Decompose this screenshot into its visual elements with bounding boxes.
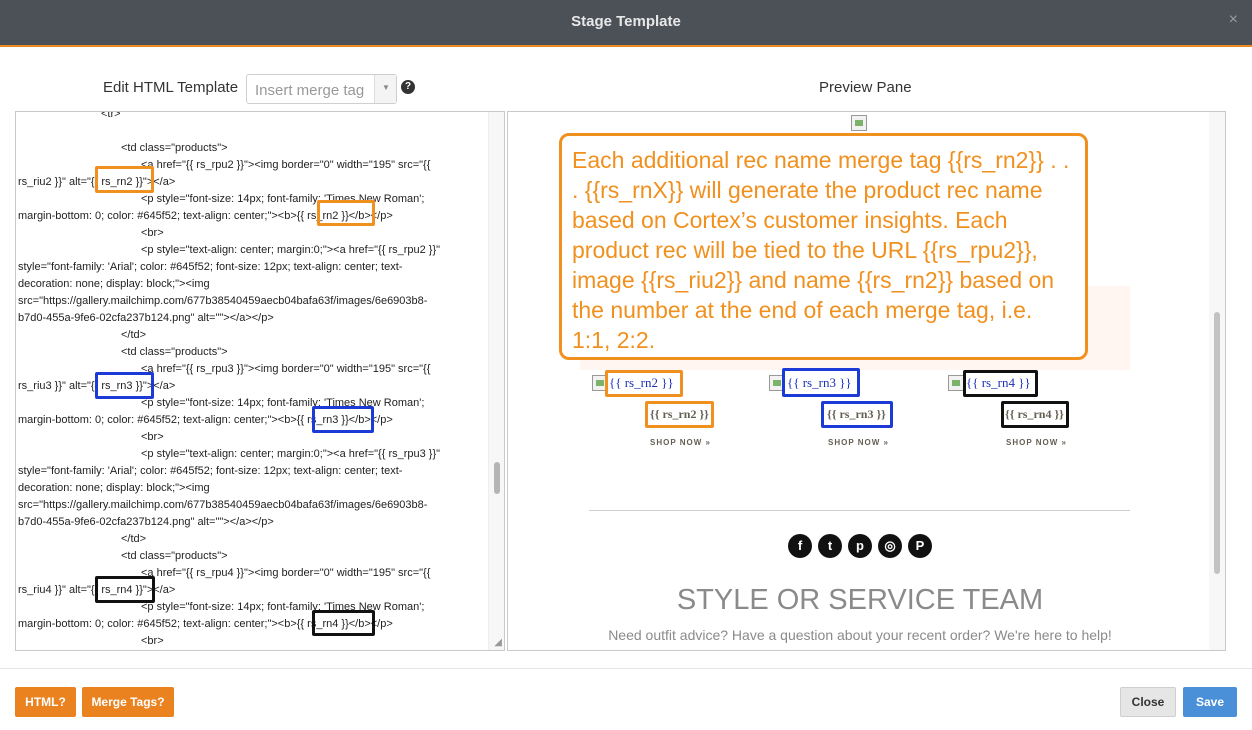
edit-html-label: Edit HTML Template — [103, 79, 239, 96]
code-line: <br> — [141, 227, 164, 239]
code-line: <tr> — [101, 111, 121, 120]
save-button[interactable]: Save — [1183, 687, 1237, 717]
code-line: </td> — [121, 329, 147, 341]
modal-title-bar: Stage Template × — [0, 0, 1252, 47]
dropdown-arrow[interactable]: ▼ — [374, 75, 396, 103]
code-line: b7d0-455a-9fe6-02cfa237b124.png" alt="">… — [18, 516, 274, 528]
footer-divider — [0, 668, 1252, 669]
highlight-preview-rn4 — [963, 370, 1038, 397]
resize-handle-icon[interactable]: ◢ — [494, 637, 502, 648]
preview-scroll-thumb[interactable] — [1214, 312, 1220, 574]
editor-scrollbar[interactable] — [488, 112, 504, 650]
code-line: <td class="products"> — [121, 550, 228, 562]
code-line: <p style="font-size: 14px; font-family: … — [141, 601, 425, 613]
code-line: </td> — [121, 533, 147, 545]
highlight-preview-bold-rn3 — [821, 401, 893, 428]
facebook-icon[interactable]: f — [788, 534, 812, 558]
close-button[interactable]: Close — [1120, 687, 1176, 717]
code-line: decoration: none; display: block;"><img — [18, 482, 210, 494]
code-line: <a href="{{ rs_rpu2 }}"><img border="0" … — [141, 159, 431, 171]
code-line: <p style="font-size: 14px; font-family: … — [141, 397, 425, 409]
code-line: decoration: none; display: block;"><img — [18, 278, 210, 290]
merge-select-placeholder: Insert merge tag — [255, 82, 365, 99]
style-team-subtext: Need outfit advice? Have a question abou… — [608, 627, 1112, 643]
code-line: b7d0-455a-9fe6-02cfa237b124.png" alt="">… — [18, 312, 274, 324]
preview-scrollbar[interactable] — [1209, 112, 1225, 650]
insert-merge-tag-select[interactable]: Insert merge tag ▼ — [246, 74, 397, 104]
preview-pane-label: Preview Pane — [819, 79, 912, 96]
highlight-bold-rn3 — [312, 406, 374, 433]
preview-divider — [589, 510, 1130, 511]
code-line: <p style="text-align: center; margin:0;"… — [141, 244, 441, 256]
help-icon[interactable]: ? — [401, 80, 415, 94]
shop-now-link-2[interactable]: SHOP NOW » — [828, 438, 889, 447]
code-line: style="font-family: 'Arial'; color: #645… — [18, 261, 403, 273]
html-help-button[interactable]: HTML? — [15, 687, 76, 717]
annotation-callout: Each additional rec name merge tag {{rs_… — [559, 133, 1088, 360]
close-icon[interactable]: × — [1229, 11, 1238, 29]
editor-scroll-thumb[interactable] — [494, 462, 500, 494]
code-line: <br> — [141, 431, 164, 443]
shop-now-link-3[interactable]: SHOP NOW » — [1006, 438, 1067, 447]
code-line: <td class="products"> — [121, 142, 228, 154]
highlight-bold-rn4 — [312, 610, 375, 636]
code-line: <a href="{{ rs_rpu4 }}"><img border="0" … — [141, 567, 431, 579]
instagram-icon[interactable]: ◎ — [878, 534, 902, 558]
product-image-icon[interactable] — [948, 375, 964, 391]
code-line: style="font-family: 'Arial'; color: #645… — [18, 465, 403, 477]
style-team-heading: STYLE OR SERVICE TEAM — [676, 584, 1044, 616]
code-line: <td class="products"> — [121, 346, 228, 358]
html-code-editor[interactable]: <tr> <td class="products"> <a href="{{ r… — [15, 111, 505, 651]
modal-title: Stage Template — [571, 13, 681, 30]
twitter-icon[interactable]: t — [818, 534, 842, 558]
broken-image-icon — [851, 115, 867, 131]
highlight-alt-rn4 — [95, 576, 155, 603]
callout-text: Each additional rec name merge tag {{rs_… — [572, 147, 1070, 353]
code-line: src="https://gallery.mailchimp.com/677b3… — [18, 295, 428, 307]
pinterest-icon[interactable]: p — [848, 534, 872, 558]
code-line: src="https://gallery.mailchimp.com/677b3… — [18, 499, 428, 511]
highlight-preview-rn3 — [782, 368, 860, 397]
code-line: <p style="text-align: center; margin:0;"… — [141, 448, 441, 460]
code-line: <br> — [141, 635, 164, 647]
chevron-down-icon: ▼ — [382, 83, 390, 92]
polyvore-icon[interactable]: P — [908, 534, 932, 558]
shop-now-link-1[interactable]: SHOP NOW » — [650, 438, 711, 447]
highlight-preview-rn2 — [605, 370, 683, 397]
highlight-preview-bold-rn4 — [1001, 401, 1069, 428]
highlight-bold-rn2 — [317, 200, 375, 226]
code-line: <a href="{{ rs_rpu3 }}"><img border="0" … — [141, 363, 431, 375]
code-line: <p style="font-size: 14px; font-family: … — [141, 193, 425, 205]
highlight-alt-rn2 — [95, 166, 154, 193]
highlight-alt-rn3 — [95, 372, 154, 399]
merge-tags-help-button[interactable]: Merge Tags? — [82, 687, 174, 717]
highlight-preview-bold-rn2 — [645, 401, 714, 428]
